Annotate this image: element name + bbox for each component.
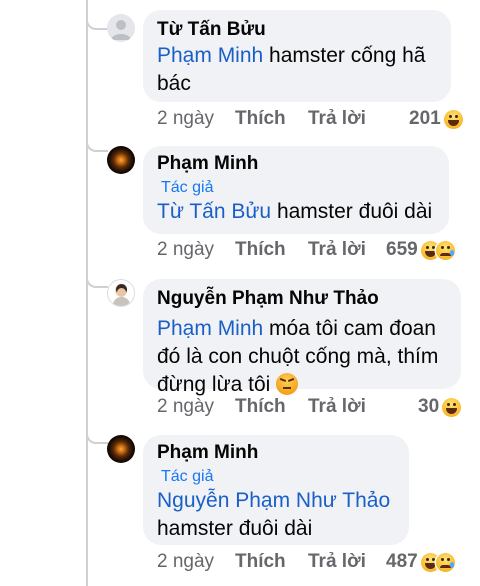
comment-text: Phạm Minh hamster cống hã bác — [157, 42, 437, 98]
reaction-summary[interactable]: 201 — [409, 106, 463, 132]
comment-time[interactable]: 2 ngày — [157, 549, 214, 575]
comment-body: hamster đuôi dài — [157, 517, 313, 540]
comment-time[interactable]: 2 ngày — [157, 394, 214, 420]
comment-text: Từ Tấn Bửu hamster đuôi dài — [157, 198, 435, 226]
comment-actions: 2 ngày Thích Trả lời 201 — [157, 106, 467, 132]
comment-author[interactable]: Nguyễn Phạm Như Thảo — [157, 287, 447, 311]
like-button[interactable]: Thích — [235, 394, 286, 420]
avatar[interactable] — [107, 14, 135, 42]
sad-icon — [435, 552, 455, 572]
reaction-summary[interactable]: 30 — [418, 394, 462, 420]
mention-link[interactable]: Từ Tấn Bửu — [157, 200, 271, 223]
mention-link[interactable]: Phạm Minh — [157, 317, 263, 340]
default-user-icon — [111, 20, 131, 40]
comment-actions: 2 ngày Thích Trả lời 487 — [157, 549, 467, 575]
comment-author[interactable]: Từ Tấn Bửu — [157, 18, 437, 42]
comment-bubble: Phạm Minh Tác giả Nguyễn Phạm Như Thảo h… — [143, 435, 409, 545]
avatar[interactable] — [107, 146, 135, 174]
reply-button[interactable]: Trả lời — [308, 549, 366, 575]
comment-bubble: Từ Tấn Bửu Phạm Minh hamster cống hã bác — [143, 10, 451, 102]
avatar[interactable] — [107, 279, 135, 307]
comment-author[interactable]: Phạm Minh — [157, 152, 435, 176]
comment-actions: 2 ngày Thích Trả lời 30 — [157, 394, 467, 420]
comment-actions: 2 ngày Thích Trả lời 659 — [157, 237, 467, 263]
reaction-summary[interactable]: 487 — [386, 549, 455, 575]
mention-link[interactable]: Phạm Minh — [157, 44, 263, 67]
reply-button[interactable]: Trả lời — [308, 394, 366, 420]
author-badge: Tác giả — [161, 468, 214, 485]
comment-bubble: Nguyễn Phạm Như Thảo Phạm Minh móa tôi c… — [143, 279, 461, 396]
author-badge: Tác giả — [161, 179, 214, 196]
reply-connector — [86, 136, 108, 152]
reply-button[interactable]: Trả lời — [308, 106, 366, 132]
reaction-count: 487 — [386, 551, 418, 572]
haha-icon — [443, 109, 463, 129]
comment-body: hamster đuôi dài — [271, 200, 433, 223]
reaction-count: 30 — [418, 396, 440, 417]
comment-time[interactable]: 2 ngày — [157, 237, 214, 263]
comment-time[interactable]: 2 ngày — [157, 106, 214, 132]
angry-face-icon — [276, 373, 299, 395]
reply-connector — [86, 270, 108, 288]
reply-button[interactable]: Trả lời — [308, 237, 366, 263]
reply-connector — [86, 426, 108, 444]
reaction-count: 201 — [409, 108, 441, 129]
like-button[interactable]: Thích — [235, 549, 286, 575]
like-button[interactable]: Thích — [235, 237, 286, 263]
comment-author[interactable]: Phạm Minh — [157, 441, 395, 465]
reaction-summary[interactable]: 659 — [386, 237, 455, 263]
thread-line — [86, 0, 88, 586]
like-button[interactable]: Thích — [235, 106, 286, 132]
mention-link[interactable]: Nguyễn Phạm Như Thảo — [157, 487, 395, 515]
comment-bubble: Phạm Minh Tác giả Từ Tấn Bửu hamster đuô… — [143, 146, 449, 234]
reaction-count: 659 — [386, 239, 418, 260]
sad-icon — [435, 240, 455, 260]
haha-icon — [442, 397, 462, 417]
comment-text: Nguyễn Phạm Như Thảo hamster đuôi dài — [157, 487, 395, 543]
avatar[interactable] — [107, 435, 135, 463]
comment-text: Phạm Minh móa tôi cam đoan đó là con chu… — [157, 315, 447, 399]
reply-connector — [86, 14, 108, 30]
